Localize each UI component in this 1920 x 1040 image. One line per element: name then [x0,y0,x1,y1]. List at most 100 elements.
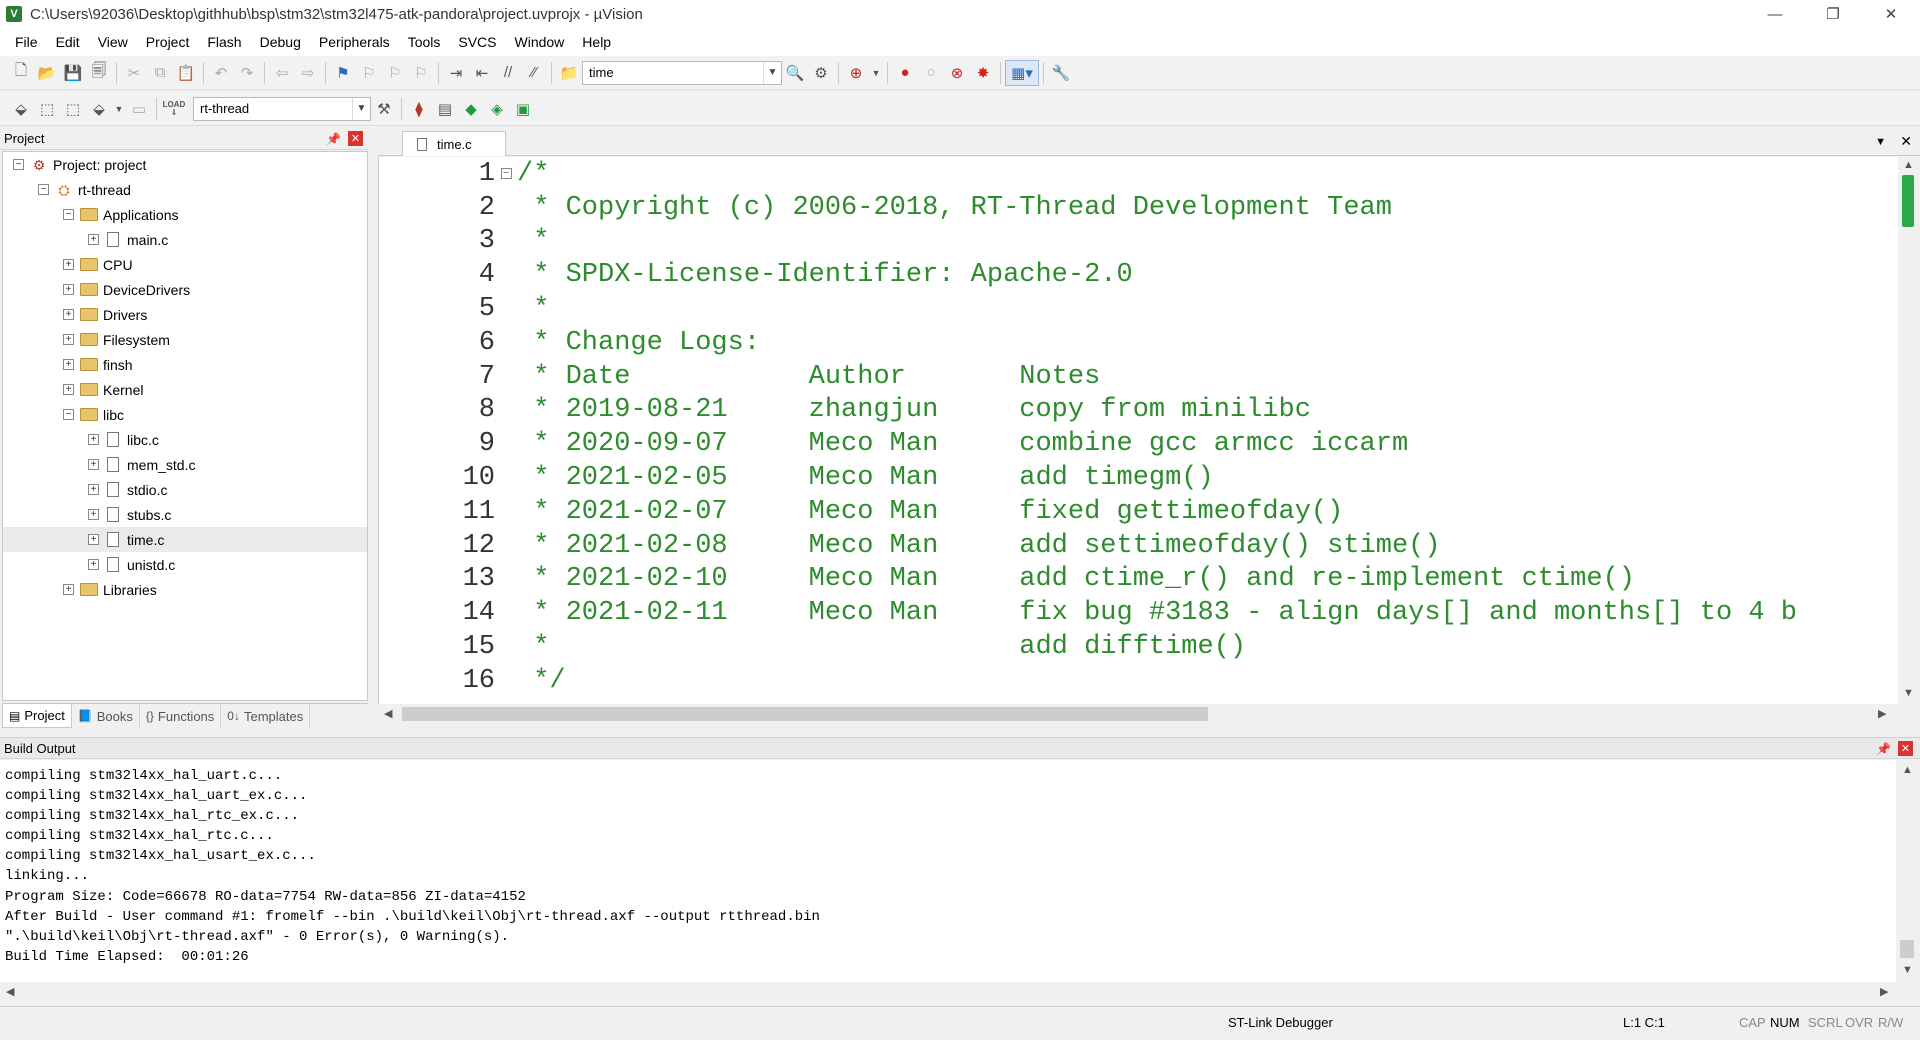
rebuild-icon[interactable]: ⬚ [60,96,86,122]
tree-item[interactable]: − ⚙ Project: project [3,152,367,177]
tree-item[interactable]: + Drivers [3,302,367,327]
navigate-forward-icon[interactable]: ⇨ [295,60,321,86]
tree-item[interactable]: + unistd.c [3,552,367,577]
load-download-icon[interactable]: LOAD ⇓ [161,96,187,122]
menu-edit[interactable]: Edit [47,28,89,56]
tree-item[interactable]: − ⛭ rt-thread [3,177,367,202]
debug-session-icon[interactable]: ⊕ [843,60,869,86]
scroll-left-icon[interactable]: ◀ [6,985,14,998]
editor-horizontal-scrollbar[interactable]: ◀ ▶ [378,704,1898,724]
expand-icon[interactable]: + [63,309,74,320]
tab-list-chevron-icon[interactable]: ▼ [1875,136,1886,148]
tree-item[interactable]: + main.c [3,227,367,252]
menu-svcs[interactable]: SVCS [449,28,505,56]
tab-functions[interactable]: {} Functions [140,704,222,728]
comment-icon[interactable]: // [495,60,521,86]
menu-tools[interactable]: Tools [399,28,450,56]
scroll-down-icon[interactable]: ▼ [1903,687,1914,699]
scroll-up-icon[interactable]: ▲ [1902,764,1913,776]
select-packs-icon[interactable]: ▤ [432,96,458,122]
chevron-down-icon[interactable]: ▼ [869,60,883,86]
scroll-down-icon[interactable]: ▼ [1902,964,1913,976]
collapse-icon[interactable]: − [13,159,24,170]
chevron-down-icon[interactable]: ▼ [352,97,370,120]
find-combo[interactable]: time ▼ [582,60,782,85]
menu-debug[interactable]: Debug [251,28,310,56]
code-editor[interactable]: 1−/* 2 * Copyright (c) 2006-2018, RT-Thre… [378,157,1898,704]
kill-all-breakpoints-icon[interactable]: ✸ [970,60,996,86]
scroll-right-icon[interactable]: ▶ [1878,707,1886,720]
close-button[interactable]: ✕ [1862,0,1920,28]
copy-icon[interactable]: ⧉ [147,60,173,86]
window-layout-icon[interactable]: ▦▾ [1005,59,1039,86]
scroll-left-icon[interactable]: ◀ [384,707,392,720]
navigate-back-icon[interactable]: ⇦ [269,60,295,86]
paste-icon[interactable]: 📋 [173,60,199,86]
editor-vertical-scrollbar[interactable]: ▲ ▼ [1898,157,1920,704]
expand-icon[interactable]: + [63,259,74,270]
expand-icon[interactable]: + [88,484,99,495]
expand-icon[interactable]: + [88,434,99,445]
tab-templates[interactable]: 0↓ Templates [221,704,311,728]
software-packs-icon[interactable]: ▣ [510,96,536,122]
scrollbar-thumb[interactable] [1902,175,1914,227]
expand-icon[interactable]: + [63,359,74,370]
expand-icon[interactable]: + [63,584,74,595]
tab-books[interactable]: 📘 Books [72,704,140,728]
tree-item[interactable]: + time.c [3,527,367,552]
expand-icon[interactable]: + [88,459,99,470]
build-icon[interactable]: ⬚ [34,96,60,122]
tree-item[interactable]: + stdio.c [3,477,367,502]
menu-file[interactable]: File [6,28,47,56]
restore-button[interactable]: ❐ [1804,0,1862,28]
run-time-environment-icon[interactable]: ◈ [484,96,510,122]
redo-icon[interactable]: ↷ [234,60,260,86]
collapse-icon[interactable]: − [500,168,512,180]
tree-item[interactable]: + Libraries [3,577,367,602]
close-icon[interactable]: ✕ [348,131,363,146]
expand-icon[interactable]: + [88,234,99,245]
tree-item[interactable]: − Applications [3,202,367,227]
build-output-text[interactable]: compiling stm32l4xx_hal_uart.c... compili… [0,760,1896,982]
scrollbar-thumb[interactable] [1900,940,1914,958]
build-output-horizontal-scrollbar[interactable]: ◀ ▶ [0,982,1896,1002]
disable-breakpoint-icon[interactable]: ○ [918,60,944,86]
pin-icon[interactable]: 📌 [326,132,341,146]
expand-icon[interactable]: + [63,384,74,395]
incremental-find-icon[interactable]: ⚙ [808,60,834,86]
menu-help[interactable]: Help [573,28,620,56]
tree-item[interactable]: + stubs.c [3,502,367,527]
manage-project-items-icon[interactable]: ⧫ [406,96,432,122]
next-bookmark-icon[interactable]: ⚐ [382,60,408,86]
expand-icon[interactable]: + [88,559,99,570]
menu-flash[interactable]: Flash [198,28,250,56]
tree-item[interactable]: + Filesystem [3,327,367,352]
chevron-down-icon[interactable]: ▼ [112,96,126,122]
scroll-up-icon[interactable]: ▲ [1903,159,1914,171]
pack-installer-icon[interactable]: ◆ [458,96,484,122]
translate-icon[interactable]: ⬙ [8,96,34,122]
stop-build-icon[interactable]: ▭ [126,96,152,122]
tree-item[interactable]: + finsh [3,352,367,377]
tree-item[interactable]: − libc [3,402,367,427]
breakpoint-icon[interactable]: ● [892,60,918,86]
close-icon[interactable]: ✕ [1900,133,1912,150]
uncomment-icon[interactable]: ⁄⁄ [521,60,547,86]
build-output-vertical-scrollbar[interactable]: ▲ ▼ [1896,760,1920,982]
indent-icon[interactable]: ⇥ [443,60,469,86]
save-all-icon[interactable]: 🗐 [86,60,112,86]
editor-tab-time-c[interactable]: time.c [402,131,506,156]
tree-item[interactable]: + CPU [3,252,367,277]
disable-all-breakpoints-icon[interactable]: ⊗ [944,60,970,86]
unindent-icon[interactable]: ⇤ [469,60,495,86]
open-file-icon[interactable]: 📂 [34,60,60,86]
batch-build-icon[interactable]: ⬙ [86,96,112,122]
new-file-icon[interactable]: 🗋 [8,60,34,86]
scrollbar-thumb[interactable] [402,707,1208,721]
tree-item[interactable]: + mem_std.c [3,452,367,477]
find-icon[interactable]: 🔍 [782,60,808,86]
menu-view[interactable]: View [89,28,137,56]
bookmark-icon[interactable]: ⚑ [330,60,356,86]
scroll-right-icon[interactable]: ▶ [1880,985,1888,998]
chevron-down-icon[interactable]: ▼ [763,61,781,84]
